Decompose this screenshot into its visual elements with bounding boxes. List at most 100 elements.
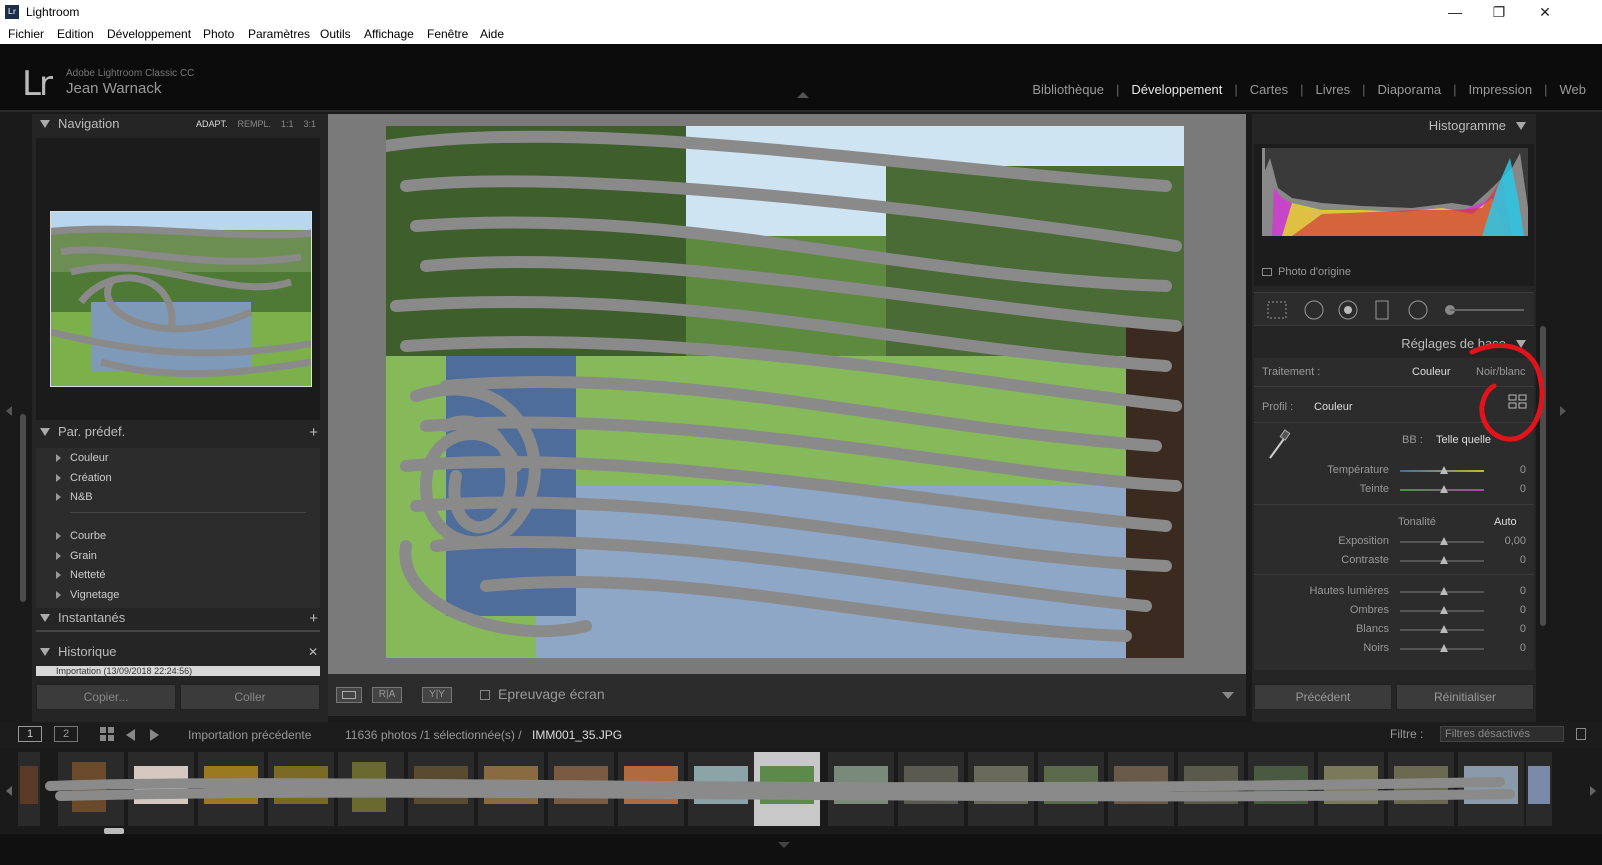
before-after-yy-button[interactable]: Y|Y [422,687,452,703]
slider-value[interactable]: 0 [1520,483,1526,495]
filmstrip-scroll-right-icon[interactable] [1590,786,1596,796]
module-slideshow[interactable]: Diaporama [1366,82,1454,97]
presets-header[interactable]: Par. prédef. + [32,422,328,442]
menu-edition[interactable]: Edition [57,27,94,41]
before-after-button[interactable]: R|A [372,687,402,703]
treatment-color-option[interactable]: Couleur [1412,366,1451,378]
collapse-triangle-icon[interactable] [40,648,50,656]
preset-folder-vignetage[interactable]: Vignetage [56,589,119,601]
soft-proofing-checkbox[interactable] [480,690,490,700]
collapse-triangle-icon[interactable] [1516,122,1526,130]
slider-value[interactable]: 0 [1520,604,1526,616]
navigation-header[interactable]: Navigation ADAPT. REMPL. 1:1 3:1 [32,114,328,134]
shadows-slider[interactable] [1400,606,1484,614]
menu-fenetre[interactable]: Fenêtre [427,27,468,41]
white-balance-eyedropper-icon[interactable] [1264,428,1294,462]
filter-lock-icon[interactable] [1576,728,1586,740]
next-photo-arrow-icon[interactable] [150,729,159,741]
preset-folder-nettete[interactable]: Netteté [56,569,105,581]
slider-thumb[interactable] [1440,606,1448,614]
original-photo-checkbox[interactable] [1262,268,1272,276]
spot-removal-icon[interactable] [1304,299,1326,321]
preset-folder-courbe[interactable]: Courbe [56,530,106,542]
slider-value[interactable]: 0 [1520,623,1526,635]
blacks-slider[interactable] [1400,644,1484,652]
filter-dropdown[interactable]: Filtres désactivés [1440,726,1564,742]
crop-tool-icon[interactable] [1266,299,1288,321]
slider-thumb[interactable] [1440,625,1448,633]
slider-value[interactable]: 0 [1520,464,1526,476]
left-panel-scrollbar[interactable] [20,414,26,602]
expand-triangle-icon[interactable] [56,474,61,482]
main-photo[interactable] [386,126,1184,658]
collapse-triangle-icon[interactable] [40,614,50,622]
slider-value[interactable]: 0 [1520,642,1526,654]
slider-value[interactable]: 0 [1520,585,1526,597]
menu-fichier[interactable]: Fichier [8,27,44,41]
module-library[interactable]: Bibliothèque [1020,82,1116,97]
highlights-slider[interactable] [1400,587,1484,595]
snapshots-header[interactable]: Instantanés + [32,608,328,628]
toolbar-menu-chevron-icon[interactable] [1222,692,1234,699]
expand-triangle-icon[interactable] [56,454,61,462]
red-eye-icon[interactable] [1338,299,1360,321]
menu-parametres[interactable]: Paramètres [248,27,310,41]
graduated-filter-icon[interactable] [1372,299,1394,321]
filmstrip-scroll-left-icon[interactable] [6,786,12,796]
module-map[interactable]: Cartes [1238,82,1300,97]
slider-value[interactable]: 0 [1520,554,1526,566]
expand-triangle-icon[interactable] [56,532,61,540]
collapse-top-arrow-icon[interactable] [797,92,809,98]
history-header[interactable]: Historique ✕ [32,642,328,662]
copy-settings-button[interactable]: Copier... [36,684,176,710]
module-web[interactable]: Web [1548,82,1587,97]
add-snapshot-icon[interactable]: + [309,610,318,627]
navigator-thumbnail[interactable] [50,211,312,387]
whites-slider[interactable] [1400,625,1484,633]
main-window-button[interactable]: 1 [18,726,42,742]
previous-photo-arrow-icon[interactable] [126,729,135,741]
menu-developpement[interactable]: Développement [107,27,191,41]
zoom-3-1[interactable]: 3:1 [303,119,316,129]
previous-settings-button[interactable]: Précédent [1254,684,1392,710]
slider-value[interactable]: 0,00 [1505,535,1526,547]
collapse-triangle-icon[interactable] [40,428,50,436]
zoom-fit[interactable]: ADAPT. [196,119,228,129]
menu-outils[interactable]: Outils [320,27,351,41]
menu-photo[interactable]: Photo [203,27,234,41]
preset-folder-nb[interactable]: N&B [56,491,93,503]
collapse-triangle-icon[interactable] [40,120,50,128]
filmstrip-thumbnail[interactable] [18,752,40,826]
add-preset-icon[interactable]: + [309,424,318,441]
paste-settings-button[interactable]: Coller [180,684,320,710]
contrast-slider[interactable] [1400,556,1484,564]
reset-button[interactable]: Réinitialiser [1396,684,1534,710]
slider-thumb[interactable] [1440,466,1448,474]
close-button[interactable]: ✕ [1522,0,1568,24]
slider-thumb[interactable] [1440,644,1448,652]
slider-thumb[interactable] [1440,556,1448,564]
zoom-fill[interactable]: REMPL. [237,119,271,129]
slider-thumb[interactable] [1440,587,1448,595]
filmstrip-source[interactable]: Importation précédente [188,728,311,742]
slider-thumb[interactable] [1440,485,1448,493]
maximize-button[interactable]: ❐ [1476,0,1522,24]
radial-filter-icon[interactable] [1408,299,1430,321]
exposure-slider[interactable] [1400,537,1484,545]
histogram-graph[interactable] [1262,148,1528,236]
expand-triangle-icon[interactable] [56,591,61,599]
module-develop[interactable]: Développement [1119,82,1234,97]
tint-slider[interactable] [1400,485,1484,493]
histogram-header[interactable]: Histogramme [1429,118,1526,133]
profile-dropdown[interactable]: Couleur [1314,401,1353,413]
preset-folder-grain[interactable]: Grain [56,550,97,562]
selected-filename[interactable]: IMM001_35.JPG [532,728,622,742]
expand-triangle-icon[interactable] [56,552,61,560]
module-book[interactable]: Livres [1303,82,1362,97]
expand-triangle-icon[interactable] [56,571,61,579]
slider-thumb[interactable] [1440,537,1448,545]
menu-aide[interactable]: Aide [480,27,504,41]
temperature-slider[interactable] [1400,466,1484,474]
preset-folder-creation[interactable]: Création [56,472,112,484]
collapse-bottom-arrow-icon[interactable] [778,842,790,848]
